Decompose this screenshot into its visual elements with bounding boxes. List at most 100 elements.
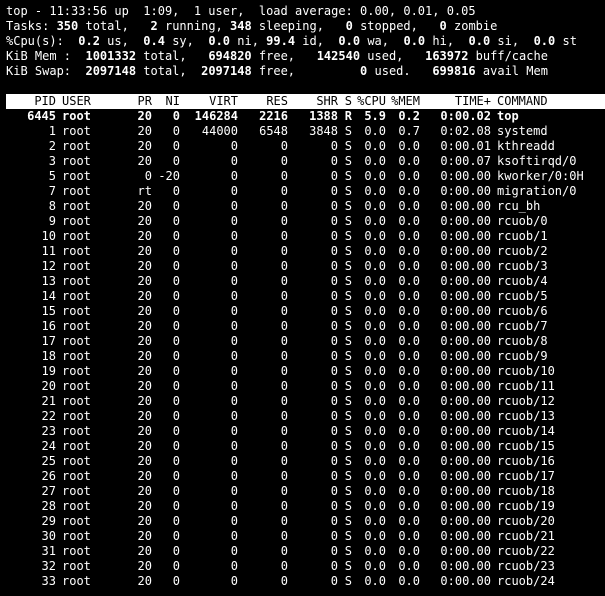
cell-time: 0:00.00 xyxy=(440,244,491,258)
cell-pr: 20 xyxy=(137,334,152,348)
cell-pr: 20 xyxy=(137,274,152,288)
col-res: RES xyxy=(266,94,288,108)
cell-virt: 0 xyxy=(230,169,238,183)
swap-avail: 699816 xyxy=(432,64,476,78)
cell-command: rcuob/13 xyxy=(497,409,555,423)
cell-pid: 12 xyxy=(41,259,56,273)
cell-user: root xyxy=(62,334,91,348)
cell-virt: 0 xyxy=(230,289,238,303)
cell-ni: -20 xyxy=(158,169,180,183)
process-row: 7 root rt 0 0 0 0 S 0.0 0.0 0:00.00 migration/0 xyxy=(0,184,605,199)
cell-shr: 0 xyxy=(330,184,338,198)
cell-pr: 20 xyxy=(137,454,152,468)
cell-res: 0 xyxy=(280,379,288,393)
cell-pid: 17 xyxy=(41,334,56,348)
cell-ni: 0 xyxy=(172,199,180,213)
process-row: 11 root 20 0 0 0 0 S 0.0 0.0 0:00.00 rcuob/2 xyxy=(0,244,605,259)
cell-mem: 0.0 xyxy=(398,574,420,588)
cell-time: 0:02.08 xyxy=(440,124,491,138)
cell-state: S xyxy=(344,559,352,573)
cell-command: rcuob/12 xyxy=(497,394,555,408)
cell-user: root xyxy=(62,244,91,258)
cell-res: 0 xyxy=(280,574,288,588)
process-row: 24 root 20 0 0 0 0 S 0.0 0.0 0:00.00 rcuob/15 xyxy=(0,439,605,454)
cell-cpu: 0.0 xyxy=(364,439,386,453)
swap-free-label: free, xyxy=(251,64,361,78)
cell-time: 0:00.00 xyxy=(440,229,491,243)
process-table-header: PID USER PR NI VIRT RES SHR S %CPU %MEM TIME+ COMMA… xyxy=(6,94,605,109)
process-row: 12 root 20 0 0 0 0 S 0.0 0.0 0:00.00 rcuob/3 xyxy=(0,259,605,274)
cell-pr: 20 xyxy=(137,319,152,333)
cell-cpu: 0.0 xyxy=(364,304,386,318)
cell-command: rcuob/23 xyxy=(497,559,555,573)
cell-pid: 32 xyxy=(41,559,56,573)
cell-ni: 0 xyxy=(172,364,180,378)
cell-time: 0:00.00 xyxy=(440,169,491,183)
cell-user: root xyxy=(62,439,91,453)
cell-command: migration/0 xyxy=(497,184,577,198)
cell-user: root xyxy=(62,379,91,393)
cell-state: S xyxy=(344,244,352,258)
cell-mem: 0.0 xyxy=(398,184,420,198)
cell-command: rcuob/6 xyxy=(497,304,548,318)
cell-command: rcuob/8 xyxy=(497,334,548,348)
cell-ni: 0 xyxy=(172,319,180,333)
cell-state: S xyxy=(344,439,352,453)
cell-ni: 0 xyxy=(172,349,180,363)
process-row: 20 root 20 0 0 0 0 S 0.0 0.0 0:00.00 rcuob/11 xyxy=(0,379,605,394)
cell-state: S xyxy=(344,139,352,153)
cell-shr: 0 xyxy=(330,304,338,318)
cell-shr: 0 xyxy=(330,499,338,513)
cell-state: S xyxy=(344,229,352,243)
col-ni: NI xyxy=(165,94,180,108)
mem-used-label: used, xyxy=(360,49,426,63)
terminal[interactable]: top - 11:33:56 up 1:09, 1 user, load ave… xyxy=(0,4,605,589)
cpu-st-label: st xyxy=(555,34,577,48)
cell-time: 0:00.00 xyxy=(440,304,491,318)
swap-total: 2097148 xyxy=(85,64,137,78)
cell-virt: 0 xyxy=(230,379,238,393)
cell-pid: 3 xyxy=(48,154,56,168)
cell-pid: 28 xyxy=(41,499,56,513)
cell-res: 0 xyxy=(280,319,288,333)
cell-cpu: 0.0 xyxy=(364,244,386,258)
cell-state: S xyxy=(344,124,352,138)
cell-mem: 0.7 xyxy=(398,124,420,138)
cell-user: root xyxy=(62,229,91,243)
process-row: 1 root 20 0 44000 6548 3848 S 0.0 0.7 0:02.08 syste… xyxy=(0,124,605,139)
cell-pid: 1 xyxy=(48,124,56,138)
cell-time: 0:00.00 xyxy=(440,439,491,453)
cell-pr: 20 xyxy=(137,154,152,168)
cell-cpu: 0.0 xyxy=(364,169,386,183)
cell-shr: 0 xyxy=(330,514,338,528)
cell-res: 0 xyxy=(280,514,288,528)
process-row: 15 root 20 0 0 0 0 S 0.0 0.0 0:00.00 rcuob/6 xyxy=(0,304,605,319)
cell-command: rcuob/10 xyxy=(497,364,555,378)
cell-virt: 146284 xyxy=(194,109,238,123)
process-row: 18 root 20 0 0 0 0 S 0.0 0.0 0:00.00 rcuob/9 xyxy=(0,349,605,364)
cell-time: 0:00.00 xyxy=(440,544,491,558)
cell-mem: 0.0 xyxy=(398,214,420,228)
cell-ni: 0 xyxy=(172,394,180,408)
cell-state: S xyxy=(344,214,352,228)
cell-pr: 20 xyxy=(137,394,152,408)
cell-state: S xyxy=(344,544,352,558)
cell-pr: 20 xyxy=(137,484,152,498)
cell-ni: 0 xyxy=(172,304,180,318)
cell-time: 0:00.00 xyxy=(440,529,491,543)
cell-time: 0:00.00 xyxy=(440,394,491,408)
cell-ni: 0 xyxy=(172,499,180,513)
cell-ni: 0 xyxy=(172,229,180,243)
cell-time: 0:00.07 xyxy=(440,154,491,168)
swap-total-label: total, xyxy=(136,64,202,78)
cell-cpu: 0.0 xyxy=(364,289,386,303)
cell-cpu: 0.0 xyxy=(364,559,386,573)
cell-command: rcuob/19 xyxy=(497,499,555,513)
cell-cpu: 0.0 xyxy=(364,184,386,198)
cell-virt: 0 xyxy=(230,454,238,468)
cell-res: 0 xyxy=(280,439,288,453)
cell-state: S xyxy=(344,454,352,468)
cell-pid: 8 xyxy=(48,199,56,213)
cell-command: rcuob/20 xyxy=(497,514,555,528)
cell-ni: 0 xyxy=(172,109,180,123)
